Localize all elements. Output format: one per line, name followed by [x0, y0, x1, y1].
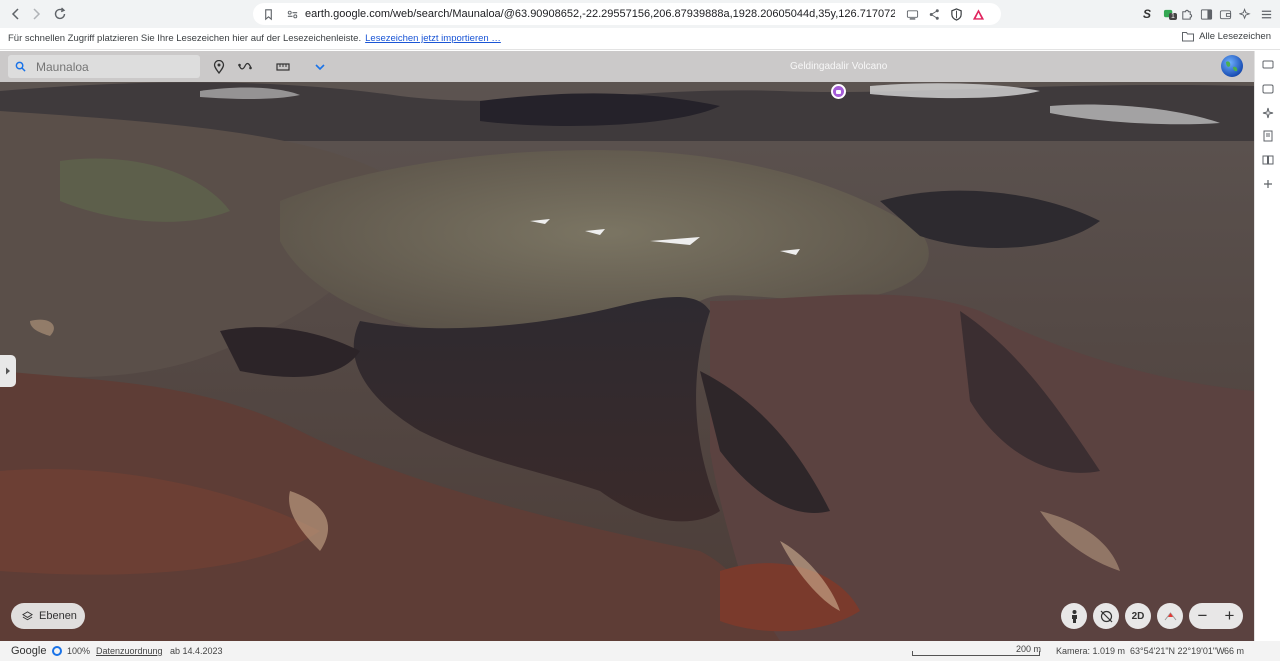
tilt-icon	[1100, 610, 1112, 622]
wallet-icon	[1219, 9, 1231, 19]
bookmarks-hint: Für schnellen Zugriff platzieren Sie Ihr…	[8, 33, 362, 44]
imagery-date: ab 14.4.2023	[170, 646, 223, 656]
puzzle-icon	[1181, 9, 1192, 20]
bookmark-icon	[264, 8, 272, 20]
notification-extension-button[interactable]: 1	[1160, 5, 1178, 23]
google-logo: Google	[11, 645, 47, 657]
chevron-right-icon	[6, 367, 10, 375]
search-icon	[15, 61, 26, 72]
url-text[interactable]: earth.google.com/web/search/Maunaloa/@63…	[305, 8, 895, 20]
attribution-link[interactable]: Datenzuordnung	[96, 646, 163, 656]
loading-indicator	[52, 646, 62, 656]
arrow-right-icon	[33, 8, 41, 20]
layers-label: Ebenen	[39, 610, 77, 622]
tilt-button[interactable]	[1093, 603, 1119, 629]
share-icon	[929, 8, 939, 20]
reload-button[interactable]	[50, 4, 70, 24]
zoom-controls: − +	[1189, 603, 1243, 629]
s-extension-letter: S	[1142, 7, 1151, 21]
sidebar-bookmarks-button[interactable]	[1261, 129, 1275, 143]
bookmarks-bar: Für schnellen Zugriff platzieren Sie Ihr…	[0, 28, 1280, 50]
sparkle-icon	[1262, 107, 1274, 119]
site-info-button[interactable]	[283, 5, 301, 23]
layers-button[interactable]: Ebenen	[11, 603, 85, 629]
sidebar-leo-button[interactable]	[1261, 106, 1275, 120]
wallet-icon	[1262, 84, 1274, 94]
load-percent: 100%	[67, 646, 91, 656]
share-button[interactable]	[925, 5, 943, 23]
ai-assistant-button[interactable]	[1236, 5, 1254, 23]
all-bookmarks-button[interactable]: Alle Lesezeichen	[1182, 31, 1271, 42]
draw-path-button[interactable]	[236, 58, 254, 76]
scale-bar	[912, 651, 1040, 656]
camera-altitude: Kamera: 1.019 m	[1056, 646, 1126, 656]
folder-icon	[1182, 32, 1195, 42]
back-button[interactable]	[6, 4, 26, 24]
sidebar-wallet-button[interactable]	[1261, 82, 1275, 96]
sidebar-add-button[interactable]	[1261, 177, 1275, 191]
browser-sidebar	[1254, 51, 1280, 652]
compass-icon	[1164, 611, 1176, 620]
menu-lines-icon	[1261, 10, 1271, 18]
toggle-2d-label: 2D	[1131, 610, 1145, 622]
path-icon	[238, 62, 252, 70]
site-info-icon	[287, 10, 297, 18]
map-pin-icon	[213, 60, 225, 74]
layers-icon	[22, 610, 33, 620]
toggle-2d-button[interactable]: 2D	[1125, 603, 1151, 629]
import-bookmarks-link[interactable]: Lesezeichen jetzt importieren …	[365, 33, 501, 44]
address-bar[interactable]: earth.google.com/web/search/Maunaloa/@63…	[253, 3, 1001, 25]
plus-icon	[1264, 180, 1272, 188]
chat-icon	[1262, 60, 1274, 69]
sidebar-toggle-button[interactable]	[1197, 5, 1215, 23]
sidebar-reading-list-button[interactable]	[1261, 153, 1275, 167]
shield-icon	[950, 7, 962, 21]
zoom-in-button[interactable]: +	[1225, 606, 1235, 626]
earth-3d-view[interactable]: Geldingadalir Volcano Ebenen 2D − +	[0, 51, 1254, 641]
globe-icon	[1226, 61, 1238, 72]
search-input[interactable]	[36, 59, 186, 74]
earth-toolbar: Geldingadalir Volcano	[0, 51, 1254, 82]
bookmarks-icon	[1263, 130, 1273, 142]
wallet-button[interactable]	[1216, 5, 1234, 23]
elevation: 66 m	[1224, 646, 1245, 656]
sparkle-icon	[1238, 7, 1251, 20]
sidebar-chat-button[interactable]	[1261, 58, 1275, 72]
search-box[interactable]	[8, 55, 200, 78]
browser-toolbar: earth.google.com/web/search/Maunaloa/@63…	[0, 0, 1280, 28]
place-label: Geldingadalir Volcano	[790, 61, 888, 72]
ruler-icon	[276, 63, 290, 71]
more-tools-button[interactable]	[311, 58, 329, 76]
s-extension-button[interactable]: S	[1138, 5, 1156, 23]
camera-icon	[836, 89, 841, 94]
shield-button[interactable]	[947, 5, 965, 23]
cast-button[interactable]	[903, 5, 921, 23]
warning-triangle-icon	[972, 8, 984, 20]
side-panel-toggle[interactable]	[0, 355, 16, 387]
coordinates: 63°54'21"N 22°19'01"W	[1130, 646, 1225, 656]
street-view-button[interactable]	[1061, 603, 1087, 629]
measure-button[interactable]	[274, 58, 292, 76]
sidebar-icon	[1200, 8, 1212, 20]
extension-badge-count: 1	[1169, 13, 1177, 20]
extensions-button[interactable]	[1177, 5, 1195, 23]
account-globe-button[interactable]	[1221, 55, 1243, 77]
reload-icon	[54, 7, 66, 20]
bookmark-button[interactable]	[259, 5, 277, 23]
chevron-down-icon	[315, 64, 325, 71]
all-bookmarks-label: Alle Lesezeichen	[1199, 31, 1271, 42]
zoom-out-button[interactable]: −	[1198, 606, 1208, 626]
earth-status-bar: Google 100% Datenzuordnung ab 14.4.2023 …	[0, 641, 1280, 661]
terrain-imagery[interactable]	[0, 51, 1254, 641]
menu-button[interactable]	[1257, 5, 1275, 23]
compass-button[interactable]	[1157, 603, 1183, 629]
arrow-left-icon	[11, 8, 19, 20]
place-marker-pin[interactable]	[831, 84, 846, 99]
reading-list-icon	[1262, 155, 1274, 165]
forward-button[interactable]	[26, 4, 46, 24]
pegman-icon	[1071, 609, 1077, 623]
cast-icon	[906, 9, 918, 20]
triangle-extension-button[interactable]	[969, 5, 987, 23]
add-placemark-button[interactable]	[210, 58, 228, 76]
